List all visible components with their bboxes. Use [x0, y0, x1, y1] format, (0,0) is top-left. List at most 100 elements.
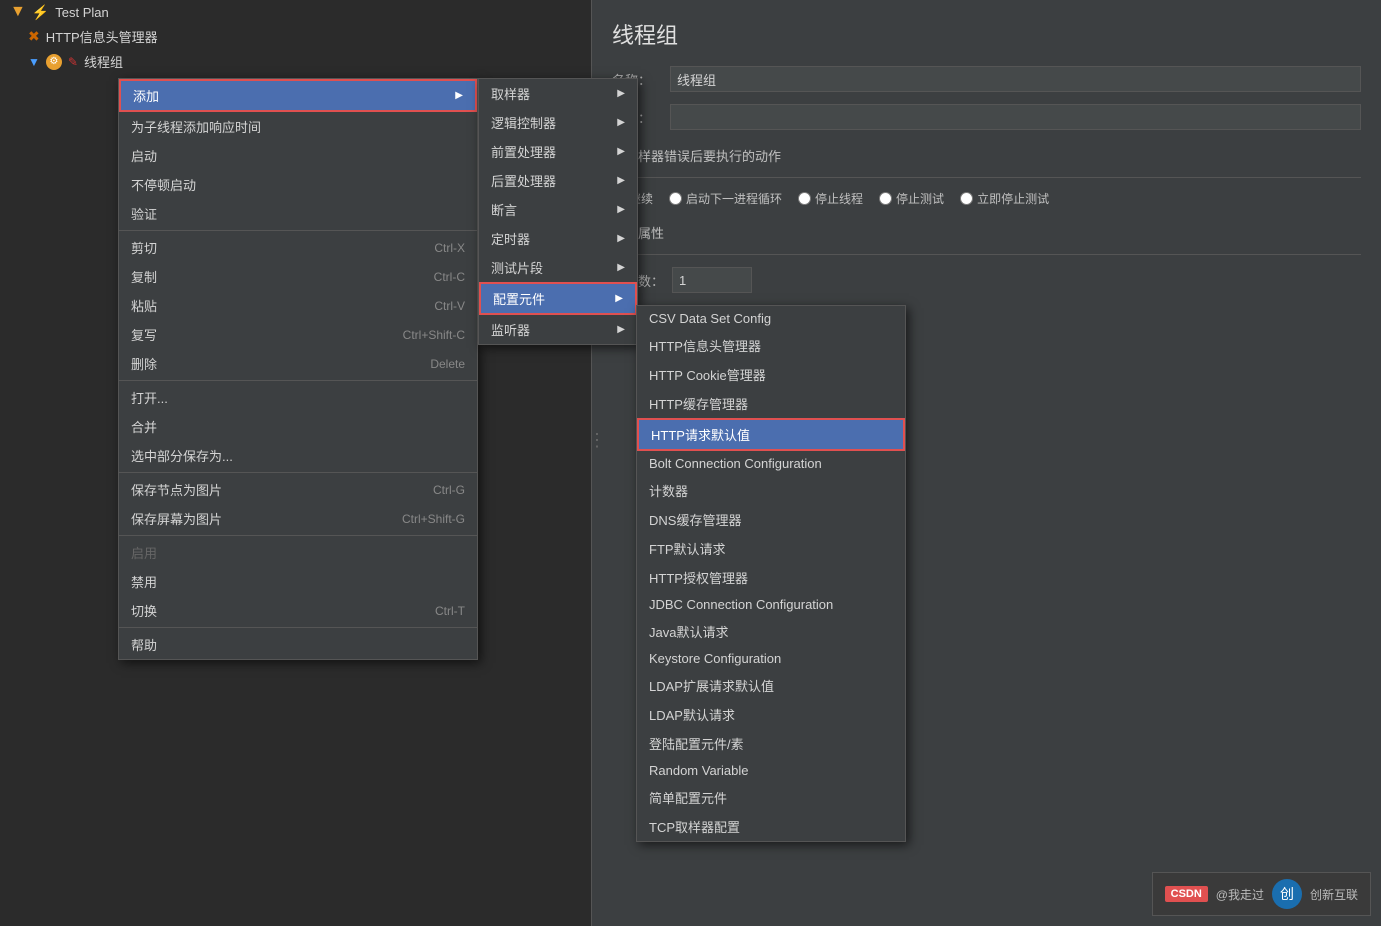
simple-config-label: 简单配置元件 — [649, 788, 727, 807]
config-jdbc-connection[interactable]: JDBC Connection Configuration — [637, 592, 905, 617]
tree-label-thread-group: 线程组 — [84, 52, 123, 71]
submenu-item-assertion[interactable]: 断言 ▶ — [479, 195, 637, 224]
tcp-sampler-label: TCP取样器配置 — [649, 817, 740, 836]
tree-item-testplan[interactable]: ▼ ⚡ Test Plan — [0, 0, 590, 24]
config-csv-data[interactable]: CSV Data Set Config — [637, 306, 905, 331]
config-http-header-manager[interactable]: HTTP信息头管理器 — [637, 331, 905, 360]
config-simple-config[interactable]: 简单配置元件 — [637, 783, 905, 812]
expand-icon: ▼ — [28, 55, 40, 69]
menu-item-save-screen-img[interactable]: 保存屏幕为图片 Ctrl+Shift-G — [119, 504, 477, 533]
toggle-shortcut: Ctrl-T — [435, 604, 465, 618]
jdbc-connection-label: JDBC Connection Configuration — [649, 597, 833, 612]
timer-arrow-icon: ▶ — [617, 233, 625, 244]
menu-item-delete[interactable]: 删除 Delete — [119, 349, 477, 378]
config-random-variable[interactable]: Random Variable — [637, 758, 905, 783]
sep-2 — [119, 380, 477, 381]
config-http-cookie-manager[interactable]: HTTP Cookie管理器 — [637, 360, 905, 389]
name-input[interactable] — [670, 66, 1361, 92]
menu-item-enable: 启用 — [119, 538, 477, 567]
menu-item-start-no-pause[interactable]: 不停顿启动 — [119, 170, 477, 199]
java-defaults-label: Java默认请求 — [649, 622, 728, 641]
menu-item-save-selected[interactable]: 选中部分保存为... — [119, 441, 477, 470]
menu-item-cut-label: 剪切 — [131, 238, 157, 257]
post-processor-arrow-icon: ▶ — [617, 175, 625, 186]
menu-item-disable[interactable]: 禁用 — [119, 567, 477, 596]
menu-item-start-no-pause-label: 不停顿启动 — [131, 175, 196, 194]
counter-label: 计数器 — [649, 481, 688, 500]
config-ftp-defaults[interactable]: FTP默认请求 — [637, 534, 905, 563]
config-ldap-extended[interactable]: LDAP扩展请求默认值 — [637, 671, 905, 700]
config-dns-cache-manager[interactable]: DNS缓存管理器 — [637, 505, 905, 534]
config-http-request-defaults[interactable]: HTTP请求默认值 — [637, 418, 905, 451]
submenu-item-timer[interactable]: 定时器 ▶ — [479, 224, 637, 253]
menu-item-add[interactable]: 添加 ▶ — [119, 79, 477, 112]
http-request-defaults-label: HTTP请求默认值 — [651, 425, 750, 444]
config-http-auth-manager[interactable]: HTTP授权管理器 — [637, 563, 905, 592]
config-ldap-defaults[interactable]: LDAP默认请求 — [637, 700, 905, 729]
submenu-item-sampler[interactable]: 取样器 ▶ — [479, 79, 637, 108]
pre-processor-arrow-icon: ▶ — [617, 146, 625, 157]
radio-stop-now-label: 立即停止测试 — [977, 190, 1049, 207]
config-keystore[interactable]: Keystore Configuration — [637, 646, 905, 671]
submenu-item-post-processor[interactable]: 后置处理器 ▶ — [479, 166, 637, 195]
submenu-item-config-element[interactable]: 配置元件 ▶ — [479, 282, 637, 315]
watermark-text: @我走过 — [1216, 886, 1264, 903]
menu-item-cut[interactable]: 剪切 Ctrl-X — [119, 233, 477, 262]
radio-next-loop-label: 启动下一进程循环 — [686, 190, 782, 207]
props-section-label: 线程属性 — [592, 213, 1381, 248]
config-login-config[interactable]: 登陆配置元件/素 — [637, 729, 905, 758]
menu-item-merge-label: 合并 — [131, 417, 157, 436]
menu-item-add-response-time-label: 为子线程添加响应时间 — [131, 117, 261, 136]
comment-input[interactable] — [670, 104, 1361, 130]
keystore-label: Keystore Configuration — [649, 651, 781, 666]
gear-icon: ⚙ — [46, 54, 62, 70]
submenu-item-logic-controller[interactable]: 逻辑控制器 ▶ — [479, 108, 637, 137]
submenu-item-pre-processor[interactable]: 前置处理器 ▶ — [479, 137, 637, 166]
context-menu-main: 添加 ▶ 为子线程添加响应时间 启动 不停顿启动 验证 剪切 Ctrl-X 复制… — [118, 78, 478, 660]
radio-group: 继续 启动下一进程循环 停止线程 停止测试 立即停止测试 — [592, 184, 1381, 213]
submenu-item-test-fragment[interactable]: 测试片段 ▶ — [479, 253, 637, 282]
menu-item-open[interactable]: 打开... — [119, 383, 477, 412]
assertion-label: 断言 — [491, 200, 517, 219]
http-cookie-manager-label: HTTP Cookie管理器 — [649, 365, 766, 384]
tree-item-thread-group[interactable]: ▼ ⚙ ✎ 线程组 — [0, 49, 590, 74]
submenu-item-listener[interactable]: 监听器 ▶ — [479, 315, 637, 344]
menu-item-validate[interactable]: 验证 — [119, 199, 477, 228]
edit-icon: ✎ — [68, 55, 78, 69]
config-http-cache-manager[interactable]: HTTP缓存管理器 — [637, 389, 905, 418]
config-bolt-connection[interactable]: Bolt Connection Configuration — [637, 451, 905, 476]
radio-stop-test[interactable]: 停止测试 — [879, 190, 944, 207]
cut-shortcut: Ctrl-X — [434, 241, 465, 255]
menu-item-toggle[interactable]: 切换 Ctrl-T — [119, 596, 477, 625]
copy-shortcut: Ctrl-C — [434, 270, 465, 284]
add-arrow-icon: ▶ — [455, 90, 463, 101]
menu-item-add-response-time[interactable]: 为子线程添加响应时间 — [119, 112, 477, 141]
menu-item-save-screen-img-label: 保存屏幕为图片 — [131, 509, 222, 528]
menu-item-save-node-img[interactable]: 保存节点为图片 Ctrl-G — [119, 475, 477, 504]
menu-item-copy[interactable]: 复制 Ctrl-C — [119, 262, 477, 291]
logic-controller-label: 逻辑控制器 — [491, 113, 556, 132]
menu-item-help[interactable]: 帮助 — [119, 630, 477, 659]
radio-next-loop[interactable]: 启动下一进程循环 — [669, 190, 782, 207]
menu-item-toggle-label: 切换 — [131, 601, 157, 620]
menu-item-paste[interactable]: 粘贴 Ctrl-V — [119, 291, 477, 320]
menu-item-save-node-img-label: 保存节点为图片 — [131, 480, 222, 499]
csv-data-label: CSV Data Set Config — [649, 311, 771, 326]
thread-count-input[interactable] — [672, 267, 752, 293]
radio-stop-thread[interactable]: 停止线程 — [798, 190, 863, 207]
config-java-defaults[interactable]: Java默认请求 — [637, 617, 905, 646]
csdn-logo: CSDN — [1165, 886, 1208, 902]
menu-item-delete-label: 删除 — [131, 354, 157, 373]
config-element-arrow-icon: ▶ — [615, 293, 623, 304]
config-counter[interactable]: 计数器 — [637, 476, 905, 505]
menu-item-start[interactable]: 启动 — [119, 141, 477, 170]
save-screen-shortcut: Ctrl+Shift-G — [402, 512, 465, 526]
menu-item-merge[interactable]: 合并 — [119, 412, 477, 441]
menu-item-duplicate[interactable]: 复写 Ctrl+Shift-C — [119, 320, 477, 349]
duplicate-shortcut: Ctrl+Shift-C — [403, 328, 465, 342]
config-tcp-sampler[interactable]: TCP取样器配置 — [637, 812, 905, 841]
radio-stop-now[interactable]: 立即停止测试 — [960, 190, 1049, 207]
drag-handle[interactable]: ⋮ — [588, 430, 606, 451]
menu-item-open-label: 打开... — [131, 388, 168, 407]
tree-item-http-header[interactable]: ✖ HTTP信息头管理器 — [0, 24, 590, 49]
